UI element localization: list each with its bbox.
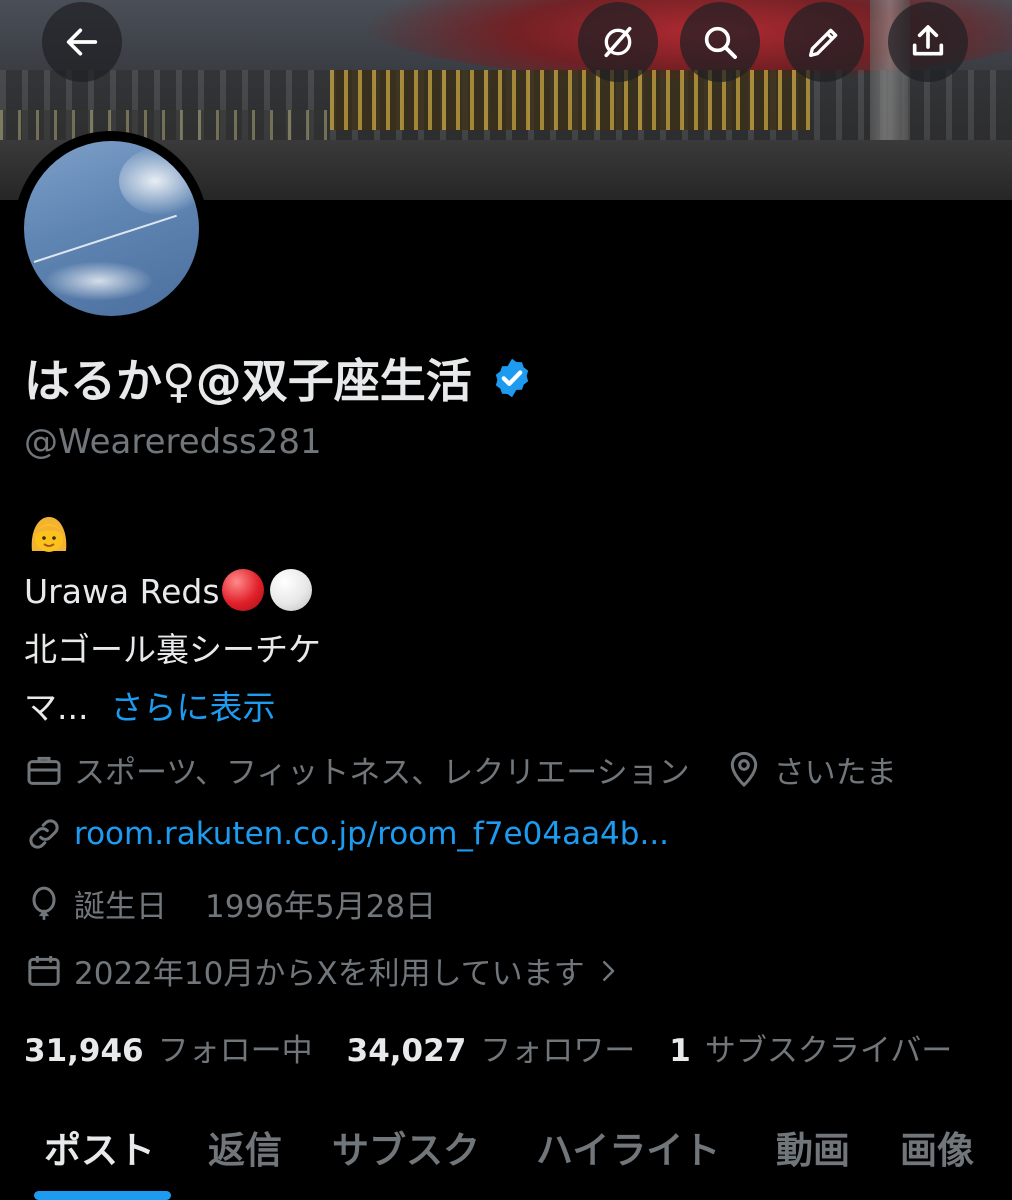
profile-meta-link-row: room.rakuten.co.jp/room_f7e04aa4b...	[24, 814, 669, 854]
share-icon	[912, 25, 944, 56]
show-more-link[interactable]: さらに表示	[110, 688, 275, 727]
search-icon	[704, 26, 737, 59]
link-icon	[29, 819, 59, 849]
edit-button[interactable]	[784, 2, 864, 82]
profile-meta-birthday-row: 誕生日 1996年5月28日	[24, 881, 436, 926]
handle: @Weareredss281	[24, 422, 322, 462]
bio-line-emoji	[24, 505, 321, 563]
following-stat[interactable]: 31,946 フォロー中	[24, 1025, 313, 1070]
avatar-contrail	[33, 214, 177, 263]
location-pin-icon	[730, 751, 757, 787]
briefcase-icon	[27, 756, 61, 785]
banner-lights-left	[0, 110, 330, 140]
chevron-right-icon	[602, 960, 614, 981]
subscribers-stat[interactable]: 1 サブスクライバー	[669, 1025, 952, 1070]
birthday-label: 誕生日	[74, 889, 167, 925]
followers-label: フォロワー	[480, 1033, 636, 1069]
subscribers-count: 1	[669, 1033, 691, 1069]
profile-meta-joined-row[interactable]: 2022年10月からXを利用しています	[24, 948, 633, 993]
tab-highlights[interactable]: ハイライト	[536, 1120, 720, 1174]
following-label: フォロー中	[157, 1033, 313, 1069]
bio-line-3: 北ゴール裏シーチケ	[24, 630, 321, 669]
avatar-cloud	[118, 145, 199, 216]
banner-lights	[330, 70, 810, 130]
profile-meta-category-row: スポーツ、フィットネス、レクリエーション さいたま	[24, 747, 897, 792]
arrow-left-icon	[66, 28, 98, 56]
tab-subscriptions[interactable]: サブスク	[332, 1120, 480, 1174]
person-emoji	[24, 511, 74, 561]
following-count: 31,946	[24, 1033, 144, 1069]
subscribers-label: サブスクライバー	[704, 1033, 953, 1069]
edit-icon	[809, 28, 838, 57]
bio: Urawa Reds 北ゴール裏シーチケ マ... さらに表示	[24, 505, 321, 737]
avatar-image	[23, 140, 199, 316]
tab-replies[interactable]: 返信	[208, 1120, 282, 1174]
display-name: はるか♀@双子座生活	[24, 345, 534, 411]
followers-stat[interactable]: 34,027 フォロワー	[347, 1025, 636, 1070]
avatar-cloud-lower	[43, 260, 154, 301]
birthday-value: 1996年5月28日	[205, 889, 437, 925]
tab-images[interactable]: 画像	[900, 1120, 974, 1174]
joined-text: 2022年10月からXを利用しています	[74, 956, 585, 992]
grok-button[interactable]	[578, 2, 658, 82]
follow-stats: 31,946 フォロー中 34,027 フォロワー 1 サブスクライバー	[24, 1025, 952, 1070]
active-tab-indicator	[34, 1191, 171, 1200]
white-circle-icon	[269, 569, 312, 611]
location-text: さいたま	[773, 755, 897, 791]
display-name-text: はるか♀@双子座生活	[24, 354, 472, 408]
bio-line-4: マ... さらに表示	[24, 688, 276, 727]
search-button[interactable]	[680, 2, 760, 82]
verified-badge-icon[interactable]	[490, 356, 534, 400]
red-circle-icon	[221, 569, 264, 611]
followers-count: 34,027	[346, 1033, 467, 1069]
bio-line-team: Urawa Reds	[24, 563, 321, 621]
profile-tabs: ポスト 返信 サブスク ハイライト 動画 画像	[0, 1115, 1012, 1200]
category-text: スポーツ、フィットネス、レクリエーション	[74, 755, 690, 791]
share-button[interactable]	[888, 2, 968, 82]
tab-posts[interactable]: ポスト	[44, 1120, 155, 1174]
balloon-icon	[32, 886, 56, 920]
calendar-icon	[28, 955, 60, 986]
profile-link[interactable]: room.rakuten.co.jp/room_f7e04aa4b...	[74, 816, 669, 852]
tab-videos[interactable]: 動画	[776, 1120, 850, 1174]
grok-icon	[604, 26, 632, 58]
back-button[interactable]	[42, 2, 122, 82]
avatar[interactable]	[14, 131, 208, 325]
